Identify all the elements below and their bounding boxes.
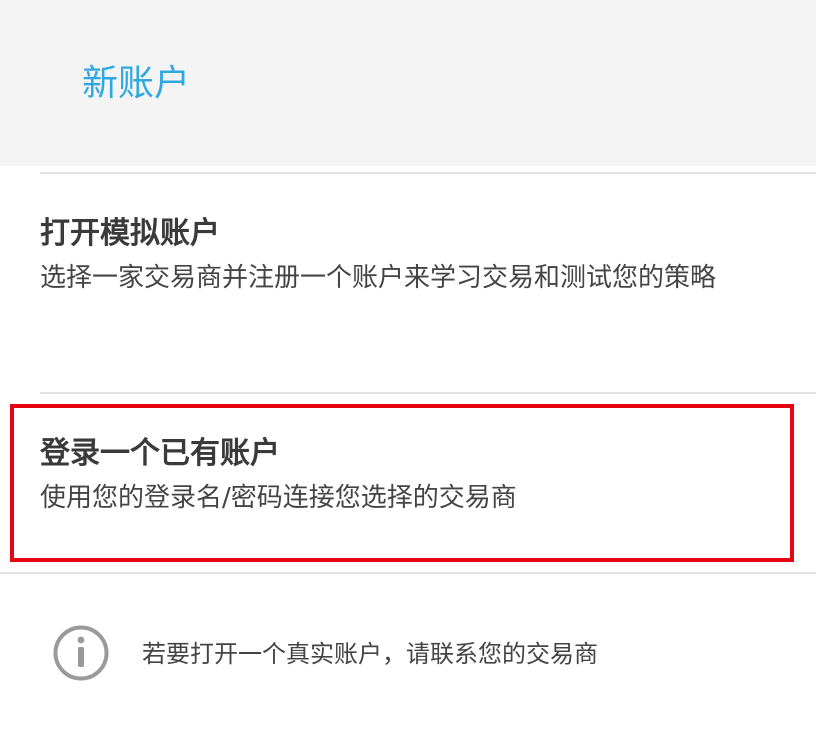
page-title: 新账户: [82, 63, 191, 104]
option-description: 选择一家交易商并注册一个账户来学习交易和测试您的策略: [40, 263, 717, 293]
login-existing-account-option[interactable]: 登录一个已有账户 使用您的登录名/密码连接您选择的交易商: [0, 394, 816, 572]
info-row: 若要打开一个真实账户，请联系您的交易商: [0, 606, 816, 706]
option-title: 登录一个已有账户: [40, 436, 280, 471]
app-header: 新账户: [0, 0, 816, 166]
divider: [0, 572, 816, 574]
option-title: 打开模拟账户: [40, 216, 220, 251]
info-icon: [52, 624, 110, 682]
real-account-info-text: 若要打开一个真实账户，请联系您的交易商: [142, 640, 598, 668]
open-demo-account-option[interactable]: 打开模拟账户 选择一家交易商并注册一个账户来学习交易和测试您的策略: [0, 174, 816, 392]
option-description: 使用您的登录名/密码连接您选择的交易商: [40, 483, 517, 513]
